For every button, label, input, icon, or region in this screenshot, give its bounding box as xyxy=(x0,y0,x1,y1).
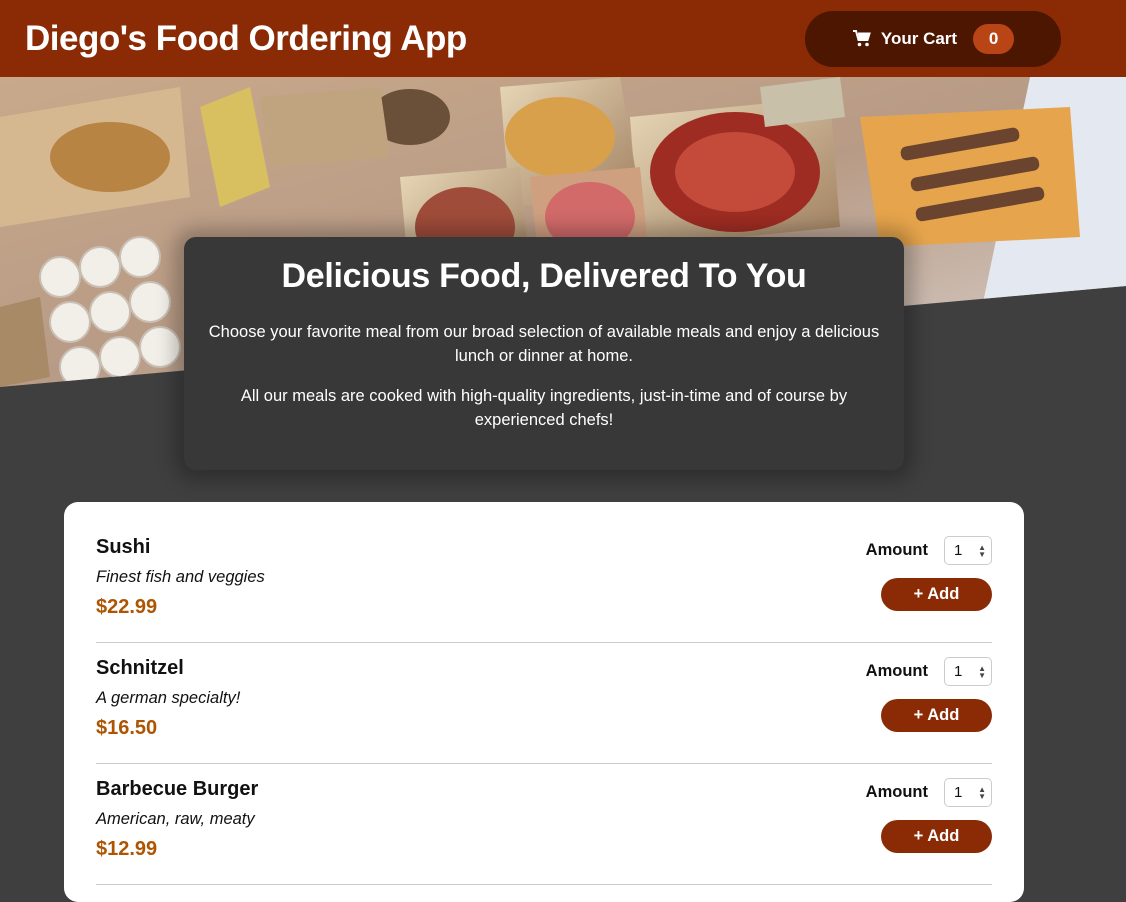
add-button[interactable]: + Add xyxy=(881,699,992,732)
amount-label: Amount xyxy=(865,662,928,680)
meal-price: $22.99 xyxy=(96,596,158,618)
meal-description: A german specialty! xyxy=(96,689,241,707)
app-header: Diego's Food Ordering App Your Cart 0 xyxy=(0,0,1126,77)
amount-row: Amount 1 ▲ ▼ xyxy=(866,657,992,686)
cart-label: Your Cart xyxy=(880,28,958,48)
cart-count-badge: 0 xyxy=(973,23,1015,54)
amount-input[interactable]: 1 ▲ ▼ xyxy=(944,778,992,807)
meal-info: Sushi Finest fish and veggies $22.99 xyxy=(96,536,265,642)
app-title: Diego's Food Ordering App xyxy=(25,18,467,58)
amount-value: 1 xyxy=(954,663,963,680)
amount-label: Amount xyxy=(865,783,928,801)
amount-row: Amount 1 ▲ ▼ xyxy=(866,536,992,565)
meal-name: Barbecue Burger xyxy=(96,778,259,800)
add-button[interactable]: + Add xyxy=(881,578,992,611)
list-item: Schnitzel A german specialty! $16.50 Amo… xyxy=(96,643,992,764)
summary-panel: Delicious Food, Delivered To You Choose … xyxy=(184,237,904,470)
amount-value: 1 xyxy=(954,542,963,559)
meal-description: Finest fish and veggies xyxy=(96,568,265,586)
meal-price: $12.99 xyxy=(96,838,158,860)
spinner-icon[interactable]: ▲ ▼ xyxy=(978,543,986,558)
amount-input[interactable]: 1 ▲ ▼ xyxy=(944,657,992,686)
meal-form: Amount 1 ▲ ▼ + Add xyxy=(866,778,992,884)
meal-form: Amount 1 ▲ ▼ + Add xyxy=(866,536,992,642)
list-item: Sushi Finest fish and veggies $22.99 Amo… xyxy=(96,522,992,643)
meal-info: Schnitzel A german specialty! $16.50 xyxy=(96,657,240,763)
meals-list: Sushi Finest fish and veggies $22.99 Amo… xyxy=(64,502,1024,902)
amount-label: Amount xyxy=(865,541,928,559)
add-button[interactable]: + Add xyxy=(881,820,992,853)
summary-heading: Delicious Food, Delivered To You xyxy=(281,257,807,295)
amount-value: 1 xyxy=(954,784,963,801)
spinner-icon[interactable]: ▲ ▼ xyxy=(978,664,986,679)
meal-name: Sushi xyxy=(96,536,151,558)
summary-paragraph-2: All our meals are cooked with high-quali… xyxy=(240,387,848,429)
meal-info: Barbecue Burger American, raw, meaty $12… xyxy=(96,778,258,884)
cart-button[interactable]: Your Cart 0 xyxy=(805,10,1061,67)
amount-row: Amount 1 ▲ ▼ xyxy=(866,778,992,807)
meal-form: Amount 1 ▲ ▼ + Add xyxy=(866,657,992,763)
amount-input[interactable]: 1 ▲ ▼ xyxy=(944,536,992,565)
meal-price: $16.50 xyxy=(96,717,158,739)
list-item: Barbecue Burger American, raw, meaty $12… xyxy=(96,764,992,885)
summary-paragraph-1: Choose your favorite meal from our broad… xyxy=(208,323,880,365)
spinner-icon[interactable]: ▲ ▼ xyxy=(978,785,986,800)
meal-name: Schnitzel xyxy=(96,657,184,679)
cart-icon xyxy=(852,29,871,46)
meal-description: American, raw, meaty xyxy=(96,810,255,828)
